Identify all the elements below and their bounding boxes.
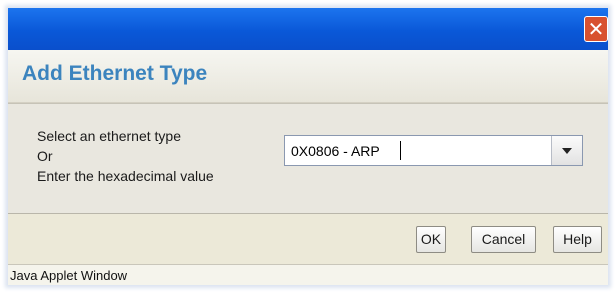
close-icon[interactable]: ✕ (584, 16, 608, 42)
form-panel: Select an ethernet type Or Enter the hex… (8, 103, 608, 214)
chevron-down-icon[interactable] (551, 136, 582, 165)
ethernet-type-combobox[interactable]: 0X0806 - ARP (284, 135, 583, 166)
ethernet-type-value[interactable]: 0X0806 - ARP (291, 143, 380, 159)
cancel-button[interactable]: Cancel (471, 226, 536, 253)
help-button[interactable]: Help (553, 226, 602, 253)
dialog-title: Add Ethernet Type (22, 62, 208, 85)
dialog-window: ✕ Add Ethernet Type Select an ethernet t… (8, 8, 608, 285)
dialog-header: Add Ethernet Type (8, 50, 608, 103)
hex-value-label: Enter the hexadecimal value (37, 168, 214, 184)
text-caret (400, 141, 401, 160)
or-label: Or (37, 148, 53, 164)
window-titlebar[interactable]: ✕ (8, 8, 608, 50)
ok-button[interactable]: OK (416, 226, 446, 253)
applet-status-bar: Java Applet Window (8, 264, 608, 285)
status-text: Java Applet Window (10, 268, 128, 283)
select-type-label: Select an ethernet type (37, 128, 181, 144)
